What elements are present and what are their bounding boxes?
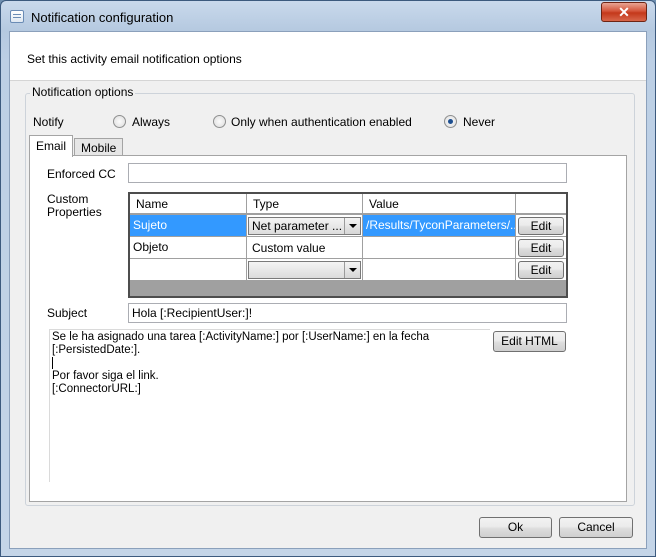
table-row[interactable]: Objeto Custom value Edit [130, 237, 566, 259]
type-combobox-value: Custom value [252, 241, 326, 255]
custom-properties-grid: Name Type Value Sujeto Net parameter ...… [128, 192, 568, 298]
window-app-icon [10, 10, 24, 23]
radio-never-label[interactable]: Never [463, 115, 495, 129]
grid-cell-name[interactable]: Sujeto [130, 215, 247, 237]
grid-cell-value[interactable] [363, 259, 516, 281]
grid-cell-name[interactable] [130, 259, 247, 281]
type-combobox[interactable] [248, 261, 361, 279]
enforced-cc-label: Enforced CC [47, 167, 116, 181]
body-line: Se le ha asignado una tarea [:ActivityNa… [52, 331, 430, 343]
edit-row-button[interactable]: Edit [518, 261, 564, 279]
type-combobox[interactable]: Net parameter ... [248, 217, 361, 235]
radio-always-label[interactable]: Always [132, 115, 170, 129]
cancel-button[interactable]: Cancel [559, 517, 633, 538]
type-combobox[interactable]: Custom value [248, 239, 361, 257]
notification-options-label: Notification options [30, 85, 136, 99]
dialog-client-area: Set this activity email notification opt… [9, 31, 647, 549]
table-row[interactable]: Edit [130, 259, 566, 281]
type-combobox-value: Net parameter ... [252, 219, 343, 233]
grid-header: Name Type Value [130, 194, 566, 214]
title-bar[interactable]: Notification configuration ✕ [1, 1, 655, 31]
edit-html-button[interactable]: Edit HTML [493, 331, 566, 352]
subject-input[interactable]: Hola [:RecipientUser:]! [128, 303, 567, 323]
tab-email[interactable]: Email [29, 135, 74, 157]
grid-cell-value[interactable]: /Results/TyconParameters/... [363, 215, 516, 237]
close-button[interactable]: ✕ [601, 2, 647, 22]
window-title: Notification configuration [31, 10, 174, 25]
radio-only-auth[interactable] [213, 115, 226, 128]
text-caret [52, 357, 53, 369]
subject-label: Subject [47, 306, 88, 320]
grid-cell-actions: Edit [516, 215, 566, 237]
grid-col-actions [516, 194, 566, 214]
tab-mobile[interactable]: Mobile [74, 138, 124, 155]
grid-cell-type[interactable]: Custom value [247, 237, 363, 259]
chevron-down-icon[interactable] [344, 262, 360, 278]
email-body-editor[interactable]: Se le ha asignado una tarea [:ActivityNa… [49, 329, 490, 482]
custom-properties-label: Custom Properties [47, 192, 102, 219]
grid-cell-actions: Edit [516, 259, 566, 281]
header-instruction: Set this activity email notification opt… [27, 52, 242, 66]
body-line: Por favor siga el link. [52, 370, 159, 383]
grid-col-name[interactable]: Name [130, 194, 247, 214]
grid-cell-value[interactable] [363, 237, 516, 259]
grid-col-value[interactable]: Value [363, 194, 516, 214]
body-caret-line [52, 357, 488, 370]
body-line: [:PersistedDate:]. [52, 344, 141, 356]
ok-button[interactable]: Ok [479, 517, 552, 538]
enforced-cc-input[interactable] [128, 163, 567, 183]
body-line: [:ConnectorURL:] [52, 383, 141, 396]
radio-never[interactable] [444, 115, 457, 128]
notify-label: Notify [33, 115, 64, 129]
grid-cell-actions: Edit [516, 237, 566, 259]
grid-cell-name[interactable]: Objeto [130, 237, 247, 259]
edit-row-button[interactable]: Edit [518, 239, 564, 257]
notification-config-window: Notification configuration ✕ Set this ac… [0, 0, 656, 557]
edit-row-button[interactable]: Edit [518, 217, 564, 235]
header-band: Set this activity email notification opt… [10, 32, 646, 81]
radio-always[interactable] [113, 115, 126, 128]
grid-cell-type[interactable] [247, 259, 363, 281]
radio-only-auth-label[interactable]: Only when authentication enabled [231, 115, 412, 129]
grid-cell-type[interactable]: Net parameter ... [247, 215, 363, 237]
table-row[interactable]: Sujeto Net parameter ... /Results/TyconP… [130, 215, 566, 237]
chevron-down-icon[interactable] [344, 218, 360, 234]
grid-col-type[interactable]: Type [247, 194, 363, 214]
close-icon: ✕ [618, 4, 630, 20]
